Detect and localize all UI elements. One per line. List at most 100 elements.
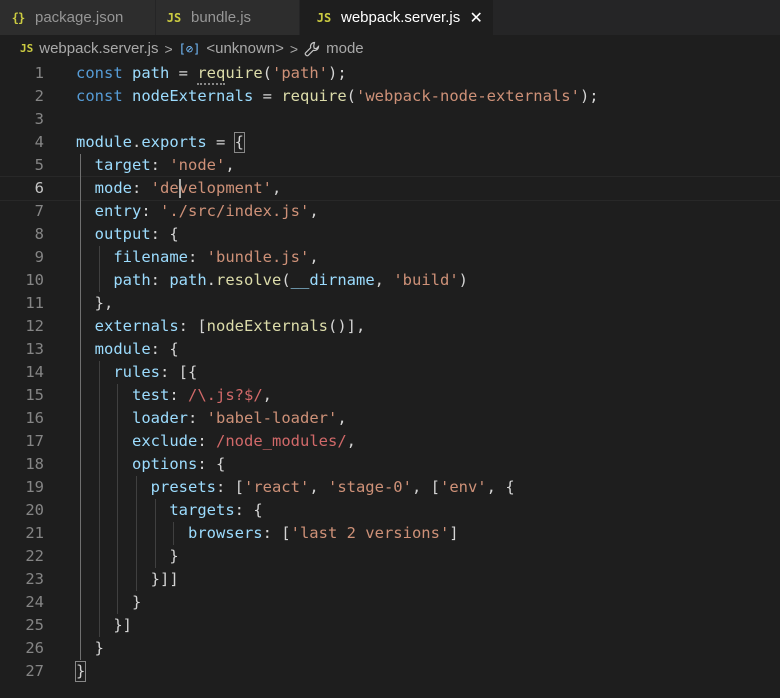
code-token: path — [113, 271, 151, 289]
indent-guide — [80, 154, 81, 660]
line-text: presets: ['react', 'stage-0', ['env', { — [76, 476, 515, 499]
code-line[interactable]: 3 — [0, 108, 780, 131]
code-token: , — [309, 248, 319, 266]
code-token: /\.js?$/ — [188, 386, 263, 404]
line-text: filename: 'bundle.js', — [76, 246, 319, 269]
code-area[interactable]: 1 const path = require('path'); 2 const nod… — [0, 62, 780, 698]
tab-label: webpack.server.js — [341, 9, 461, 26]
code-token: require — [197, 64, 263, 82]
line-number: 1 — [34, 64, 44, 82]
line-number: 11 — [25, 294, 44, 312]
breadcrumb-property[interactable]: mode — [326, 40, 364, 57]
line-text: } — [76, 545, 179, 568]
code-token: exclude — [132, 432, 198, 450]
code-line[interactable]: 26 } — [0, 637, 780, 660]
code-token: , { — [486, 478, 515, 496]
code-line[interactable]: 10 path: path.resolve(__dirname, 'build'… — [0, 269, 780, 292]
code-token: 'node' — [169, 156, 226, 174]
line-number: 15 — [25, 386, 44, 404]
line-number: 27 — [25, 662, 44, 680]
code-line[interactable]: 4 module.exports = { — [0, 131, 780, 154]
line-text: entry: './src/index.js', — [76, 200, 319, 223]
line-number: 4 — [34, 133, 44, 151]
code-token: = — [169, 64, 198, 82]
code-line[interactable]: 5 target: 'node', — [0, 154, 780, 177]
tab-webpack-server-js[interactable]: JS webpack.server.js ✕ — [300, 0, 494, 35]
breadcrumb: JS webpack.server.js > [⊘] <unknown> > m… — [0, 35, 780, 62]
indent-guide — [135, 476, 137, 591]
line-number: 19 — [25, 478, 44, 496]
code-line[interactable]: 13 module: { — [0, 338, 780, 361]
code-line[interactable]: 7 entry: './src/index.js', — [0, 200, 780, 223]
code-line[interactable]: 8 output: { — [0, 223, 780, 246]
code-line[interactable]: 27} — [0, 660, 780, 683]
code-token: } — [76, 593, 142, 611]
code-token: 'react' — [243, 478, 310, 496]
js-file-icon: JS — [166, 10, 182, 25]
matching-bracket-highlight — [75, 661, 87, 682]
code-token: './src/index.js' — [160, 202, 310, 220]
line-number: 10 — [25, 271, 44, 289]
code-token: const — [76, 64, 132, 82]
line-number: 9 — [34, 248, 44, 266]
code-token: , — [346, 432, 356, 450]
indent-guide — [98, 246, 100, 292]
code-line[interactable]: 11 }, — [0, 292, 780, 315]
code-token: , — [225, 156, 235, 174]
code-token: __dirname — [290, 271, 375, 289]
text-cursor — [178, 179, 181, 198]
tab-package-json[interactable]: {} package.json — [0, 0, 156, 35]
code-token: : { — [197, 455, 226, 473]
line-number: 3 — [34, 110, 44, 128]
line-text: }] — [76, 614, 132, 637]
line-text: module: { — [76, 338, 179, 361]
line-text: rules: [{ — [76, 361, 197, 384]
code-token: module — [94, 340, 151, 358]
code-token: ( — [281, 271, 291, 289]
tab-label: package.json — [35, 9, 124, 26]
line-number: 8 — [34, 225, 44, 243]
code-token: resolve — [216, 271, 282, 289]
breadcrumb-file[interactable]: webpack.server.js — [39, 40, 158, 57]
chevron-right-icon: > — [289, 40, 299, 57]
line-number: 21 — [25, 524, 44, 542]
code-token: output — [94, 225, 151, 243]
line-text: const nodeExternals = require('webpack-n… — [76, 85, 599, 108]
code-token: : [{ — [160, 363, 198, 381]
code-token: . — [206, 271, 216, 289]
code-token: : — [169, 386, 188, 404]
tab-bundle-js[interactable]: JS bundle.js — [156, 0, 300, 35]
line-text: }, — [76, 292, 114, 315]
line-number: 17 — [25, 432, 44, 450]
code-token: } — [76, 547, 179, 565]
code-line[interactable]: 1 const path = require('path'); — [0, 62, 780, 85]
code-token: : [ — [178, 317, 207, 335]
code-token: }] — [76, 616, 132, 634]
object-symbol-icon: [⊘] — [178, 41, 201, 56]
matching-bracket-highlight — [233, 132, 245, 153]
line-text: module.exports = { — [76, 131, 244, 154]
code-line[interactable]: 14 rules: [{ — [0, 361, 780, 384]
code-token: nodeExternals — [206, 317, 328, 335]
breadcrumb-symbol[interactable]: <unknown> — [206, 40, 284, 57]
line-number: 2 — [34, 87, 44, 105]
close-icon[interactable]: ✕ — [468, 8, 484, 28]
line-number: 14 — [25, 363, 44, 381]
line-number: 16 — [25, 409, 44, 427]
code-token: : — [150, 156, 170, 174]
line-text: target: 'node', — [76, 154, 235, 177]
code-line[interactable]: 9 filename: 'bundle.js', — [0, 246, 780, 269]
line-number: 26 — [25, 639, 44, 657]
line-text: path: path.resolve(__dirname, 'build') — [76, 269, 468, 292]
code-line[interactable]: 2 const nodeExternals = require('webpack-… — [0, 85, 780, 108]
code-line[interactable]: 6 mode: 'development', — [0, 176, 780, 201]
code-line[interactable]: 12 externals: [nodeExternals()], — [0, 315, 780, 338]
code-line[interactable]: 25 }] — [0, 614, 780, 637]
